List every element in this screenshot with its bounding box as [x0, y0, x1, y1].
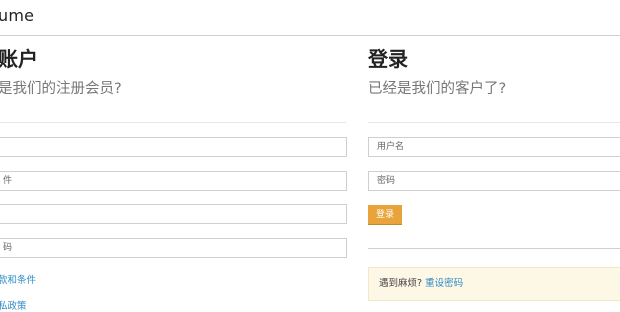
reset-password-link[interactable]: 重设密码	[425, 278, 463, 289]
login-divider	[368, 122, 620, 123]
register-field-2[interactable]: 件	[0, 171, 347, 191]
register-field-4[interactable]: 码	[0, 238, 347, 258]
register-divider	[0, 122, 346, 123]
help-notice: 遇到麻烦? 重设密码	[368, 267, 620, 301]
login-subtitle: 已经是我们的客户了?	[368, 81, 507, 97]
register-field-1[interactable]	[0, 137, 347, 157]
login-separator	[368, 248, 620, 249]
login-title: 登录	[368, 47, 408, 71]
password-field[interactable]: 密码	[368, 171, 620, 191]
register-subtitle: 是我们的注册会员?	[0, 81, 122, 97]
help-text: 遇到麻烦?	[379, 278, 423, 289]
brand-name[interactable]: ume	[0, 6, 34, 25]
privacy-link[interactable]: 私政策	[0, 298, 27, 312]
register-field-3[interactable]	[0, 204, 347, 224]
username-field[interactable]: 用户名	[368, 137, 620, 157]
login-button[interactable]: 登录	[368, 205, 403, 224]
terms-link[interactable]: 款和条件	[0, 272, 36, 286]
register-title: 账户	[0, 47, 38, 71]
top-bar: ume	[0, 0, 620, 36]
